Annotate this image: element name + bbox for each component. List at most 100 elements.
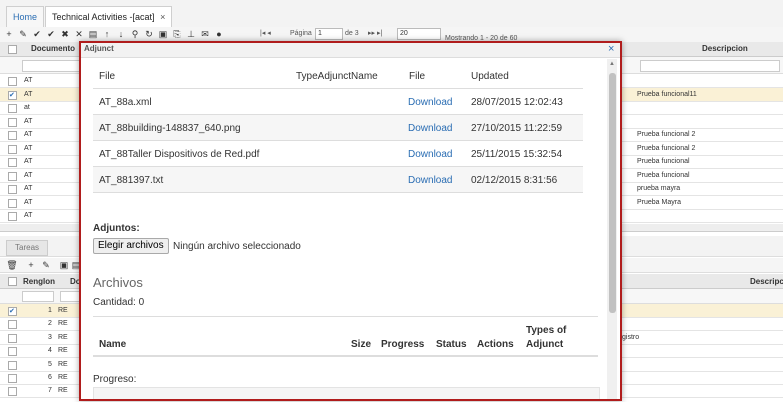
cell-renglon: 4 <box>48 347 52 355</box>
divider <box>93 88 583 89</box>
print-icon[interactable]: ▤ <box>87 28 99 40</box>
double-check-icon[interactable]: ✔ <box>45 28 57 40</box>
trash-icon[interactable]: 🗑 <box>6 259 18 271</box>
file-updated: 27/10/2015 11:22:59 <box>471 123 563 134</box>
col-tareas-descripcion[interactable]: Descripc <box>750 277 783 286</box>
row-checkbox[interactable] <box>8 185 17 194</box>
row-checkbox[interactable] <box>8 347 17 357</box>
col-updated: Updated <box>471 71 509 82</box>
col-renglon[interactable]: Renglon <box>23 277 55 286</box>
file-updated: 28/07/2015 12:02:43 <box>471 97 563 108</box>
close-icon[interactable]: × <box>608 43 614 55</box>
row-checkbox[interactable] <box>8 320 17 330</box>
divider <box>93 355 598 357</box>
divider <box>93 140 583 141</box>
row-checkbox[interactable] <box>8 360 17 370</box>
cell-documento: AT <box>24 171 33 179</box>
row-checkbox[interactable] <box>8 131 17 140</box>
row-checkbox[interactable] <box>8 77 17 86</box>
pin-icon[interactable]: ⊥ <box>185 28 197 40</box>
tareas-edit-icon[interactable]: ✎ <box>40 259 52 271</box>
attach-icon[interactable]: ⎘ <box>171 28 183 40</box>
download-link[interactable]: Download <box>408 149 452 160</box>
cell-do: RE <box>58 307 68 314</box>
cell-descripcion: Prueba Mayra <box>637 198 681 206</box>
filter-documento-input[interactable] <box>22 60 80 72</box>
tab-close-icon[interactable]: × <box>160 12 165 22</box>
row-checkbox[interactable] <box>8 198 17 208</box>
divider <box>93 316 598 317</box>
row-checkbox[interactable] <box>8 171 17 181</box>
comment-icon[interactable]: ▣ <box>157 28 169 40</box>
download-link[interactable]: Download <box>408 123 452 134</box>
modal-title: Adjunct <box>84 44 114 53</box>
download-link[interactable]: Download <box>408 97 452 108</box>
cell-documento: AT <box>24 212 33 219</box>
tareas-add-icon[interactable]: + <box>25 259 37 271</box>
adjunct-modal: Adjunct × ▲ File TypeAdjunctName File Up… <box>79 41 622 401</box>
upload-icon[interactable]: ↑ <box>101 28 113 40</box>
divider <box>93 114 583 115</box>
row-checkbox[interactable]: ✔ <box>8 90 17 100</box>
cancel-icon[interactable]: ✕ <box>73 28 85 40</box>
cell-descripcion: prueba mayra <box>637 185 681 192</box>
filter-do-input[interactable] <box>60 291 80 302</box>
pager-first-icon[interactable]: |◂ ◂ <box>260 28 271 40</box>
select-all-checkbox[interactable] <box>8 45 17 54</box>
file-name: AT_88building-148837_640.png <box>99 123 241 134</box>
row-checkbox[interactable] <box>8 144 17 154</box>
col-type: TypeAdjunctName <box>296 71 378 82</box>
delete-icon[interactable]: ✖ <box>59 28 71 40</box>
page-label: Página <box>290 30 312 37</box>
check-icon[interactable]: ✔ <box>31 28 43 40</box>
search-icon[interactable]: ⚲ <box>129 28 141 40</box>
cell-renglon: 2 <box>48 320 52 328</box>
download-link[interactable]: Download <box>408 175 452 186</box>
cell-descripcion: gistro <box>622 333 640 341</box>
tab-tareas[interactable]: Tareas <box>6 240 49 256</box>
cell-documento: AT <box>24 117 33 125</box>
download-icon[interactable]: ↓ <box>115 28 127 40</box>
filter-descripcion-input[interactable] <box>640 60 780 72</box>
cell-documento: AT <box>24 131 33 138</box>
add-icon[interactable]: + <box>3 28 15 40</box>
edit-icon[interactable]: ✎ <box>17 28 29 40</box>
pager-next-icon[interactable]: ▸▸ ▸| <box>368 28 382 40</box>
cell-do: RE <box>58 374 68 381</box>
stop-icon[interactable]: ● <box>213 28 225 40</box>
refresh-icon[interactable]: ↻ <box>143 28 155 40</box>
tab-technical-activities[interactable]: Technical Activities -[acat] × <box>45 6 173 27</box>
row-checkbox[interactable]: ✔ <box>8 307 17 316</box>
row-checkbox[interactable] <box>8 333 17 343</box>
row-checkbox[interactable] <box>8 158 17 167</box>
scroll-up-icon[interactable]: ▲ <box>609 61 615 67</box>
tareas-save-icon[interactable]: ▣ <box>58 259 70 271</box>
file-name: AT_881397.txt <box>99 175 164 186</box>
col-progress: Progress <box>381 339 425 350</box>
filter-renglon-input[interactable] <box>22 291 54 302</box>
modal-scrollbar-thumb[interactable] <box>609 73 616 313</box>
col-size: Size <box>351 339 372 350</box>
tab-home[interactable]: Home <box>6 6 45 27</box>
row-checkbox[interactable] <box>8 104 17 113</box>
row-checkbox[interactable] <box>8 387 17 397</box>
page-input[interactable]: 1 <box>315 28 343 40</box>
choose-files-button[interactable]: Elegir archivos <box>93 238 169 254</box>
cell-descripcion: Prueba funcional <box>637 158 690 165</box>
row-checkbox[interactable] <box>8 212 17 221</box>
file-updated: 25/11/2015 15:32:54 <box>471 149 563 160</box>
progress-bar <box>93 387 600 399</box>
tareas-select-all-checkbox[interactable] <box>8 277 17 286</box>
page-of: de 3 <box>345 30 359 37</box>
no-file-text: Ningún archivo seleccionado <box>173 241 301 252</box>
row-checkbox[interactable] <box>8 117 17 127</box>
divider <box>93 192 583 193</box>
archivos-title: Archivos <box>93 275 143 290</box>
mail-icon[interactable]: ✉ <box>199 28 211 40</box>
row-checkbox[interactable] <box>8 374 17 383</box>
col-documento[interactable]: Documento <box>31 44 75 53</box>
col-file: File <box>99 71 116 82</box>
page-size-select[interactable]: 20 <box>397 28 441 40</box>
cell-documento: AT <box>24 185 33 192</box>
col-descripcion[interactable]: Descripcion <box>702 44 748 53</box>
